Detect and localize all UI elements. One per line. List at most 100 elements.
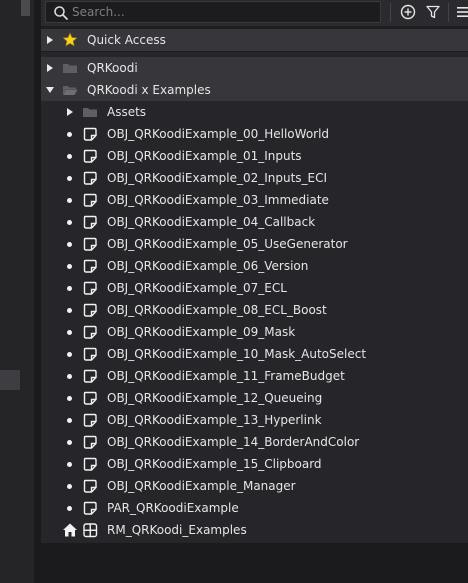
object-icon (83, 193, 97, 207)
expand-arrow-icon[interactable] (45, 63, 55, 73)
bullet-icon (67, 176, 72, 181)
asset-tree: Quick Access QRKoodi QRKoodi x Examples (41, 29, 468, 543)
room-icon (83, 523, 98, 538)
list-item[interactable]: OBJ_QRKoodiExample_13_Hyperlink (41, 409, 468, 431)
item-label: OBJ_QRKoodiExample_08_ECL_Boost (107, 303, 327, 317)
object-icon (83, 325, 97, 339)
bullet-icon (67, 264, 72, 269)
bullet-icon (67, 220, 72, 225)
list-item[interactable]: OBJ_QRKoodiExample_12_Queueing (41, 387, 468, 409)
object-icon (83, 237, 97, 251)
list-item[interactable]: OBJ_QRKoodiExample_09_Mask (41, 321, 468, 343)
search-box[interactable] (45, 1, 381, 23)
search-icon (54, 6, 68, 20)
item-label: OBJ_QRKoodiExample_00_HelloWorld (107, 127, 330, 141)
bullet-icon (67, 440, 72, 445)
filter-icon[interactable] (424, 3, 442, 21)
add-icon[interactable] (399, 3, 417, 21)
item-label: OBJ_QRKoodiExample_12_Queueing (107, 391, 323, 405)
list-item[interactable]: OBJ_QRKoodiExample_Manager (41, 475, 468, 497)
folder-row-qrkoodi[interactable]: QRKoodi (41, 57, 468, 79)
item-label: OBJ_QRKoodiExample_03_Immediate (107, 193, 329, 207)
toolbar-separator (448, 3, 449, 22)
list-item[interactable]: OBJ_QRKoodiExample_00_HelloWorld (41, 123, 468, 145)
item-label: OBJ_QRKoodiExample_15_Clipboard (107, 457, 322, 471)
toolbar (41, 0, 468, 26)
folder-row-assets[interactable]: Assets (41, 101, 468, 123)
list-item[interactable]: OBJ_QRKoodiExample_01_Inputs (41, 145, 468, 167)
object-icon (83, 347, 97, 361)
folder-label: QRKoodi (87, 61, 138, 75)
list-item[interactable]: OBJ_QRKoodiExample_15_Clipboard (41, 453, 468, 475)
item-label: OBJ_QRKoodiExample_09_Mask (107, 325, 296, 339)
item-label: OBJ_QRKoodiExample_Manager (107, 479, 296, 493)
object-icon (83, 479, 97, 493)
item-label: OBJ_QRKoodiExample_14_BorderAndColor (107, 435, 360, 449)
list-item[interactable]: RM_QRKoodi_Examples (41, 519, 468, 541)
object-icon (83, 215, 97, 229)
list-item[interactable]: OBJ_QRKoodiExample_02_Inputs_ECI (41, 167, 468, 189)
item-label: OBJ_QRKoodiExample_01_Inputs (107, 149, 302, 163)
folder-row-qrkoodi-examples[interactable]: QRKoodi x Examples (41, 79, 468, 101)
bullet-icon (67, 352, 72, 357)
item-label: PAR_QRKoodiExample (107, 501, 239, 515)
list-item[interactable]: OBJ_QRKoodiExample_04_Callback (41, 211, 468, 233)
asset-browser-panel: Quick Access QRKoodi QRKoodi x Examples (41, 0, 468, 583)
search-input[interactable] (72, 4, 372, 20)
object-icon (83, 435, 97, 449)
item-label: OBJ_QRKoodiExample_11_FrameBudget (107, 369, 345, 383)
object-icon (83, 391, 97, 405)
bullet-icon (67, 418, 72, 423)
object-icon (83, 457, 97, 471)
bullet-icon (67, 132, 72, 137)
object-icon (83, 149, 97, 163)
list-item[interactable]: OBJ_QRKoodiExample_11_FrameBudget (41, 365, 468, 387)
folder-label: Assets (107, 105, 147, 119)
bullet-icon (67, 506, 72, 511)
bullet-icon (67, 286, 72, 291)
empty-area (41, 543, 468, 583)
quick-access-row[interactable]: Quick Access (41, 29, 468, 51)
expand-arrow-icon[interactable] (45, 35, 55, 45)
folder-label: QRKoodi x Examples (87, 83, 211, 97)
list-item[interactable]: OBJ_QRKoodiExample_03_Immediate (41, 189, 468, 211)
bullet-icon (67, 374, 72, 379)
panel-divider[interactable] (34, 0, 41, 583)
object-icon (83, 303, 97, 317)
bullet-icon (67, 396, 72, 401)
item-label: OBJ_QRKoodiExample_13_Hyperlink (107, 413, 322, 427)
list-item[interactable]: OBJ_QRKoodiExample_10_Mask_AutoSelect (41, 343, 468, 365)
menu-icon[interactable] (455, 3, 468, 21)
list-item[interactable]: OBJ_QRKoodiExample_14_BorderAndColor (41, 431, 468, 453)
list-item[interactable]: OBJ_QRKoodiExample_07_ECL (41, 277, 468, 299)
adjacent-panel (0, 0, 34, 583)
item-label: OBJ_QRKoodiExample_10_Mask_AutoSelect (107, 347, 367, 361)
bullet-icon (67, 484, 72, 489)
item-label: OBJ_QRKoodiExample_07_ECL (107, 281, 287, 295)
list-item[interactable]: PAR_QRKoodiExample (41, 497, 468, 519)
item-label: OBJ_QRKoodiExample_05_UseGenerator (107, 237, 348, 251)
list-item[interactable]: OBJ_QRKoodiExample_05_UseGenerator (41, 233, 468, 255)
item-label: OBJ_QRKoodiExample_06_Version (107, 259, 309, 273)
bullet-icon (67, 242, 72, 247)
bullet-icon (67, 154, 72, 159)
expand-arrow-icon[interactable] (65, 107, 75, 117)
bullet-icon (67, 198, 72, 203)
list-item[interactable]: OBJ_QRKoodiExample_06_Version (41, 255, 468, 277)
bullet-icon (67, 308, 72, 313)
object-icon (83, 501, 97, 515)
bullet-icon (67, 462, 72, 467)
object-icon (83, 127, 97, 141)
bullet-icon (67, 330, 72, 335)
item-label: OBJ_QRKoodiExample_04_Callback (107, 215, 316, 229)
folder-icon (63, 64, 77, 73)
collapse-arrow-icon[interactable] (45, 85, 55, 95)
toolbar-separator (390, 3, 391, 22)
folder-icon (83, 108, 97, 117)
object-icon (83, 281, 97, 295)
object-icon (83, 413, 97, 427)
scrollbar-thumb[interactable] (21, 0, 30, 16)
list-item[interactable]: OBJ_QRKoodiExample_08_ECL_Boost (41, 299, 468, 321)
item-label: RM_QRKoodi_Examples (107, 523, 247, 537)
separator (41, 51, 468, 52)
